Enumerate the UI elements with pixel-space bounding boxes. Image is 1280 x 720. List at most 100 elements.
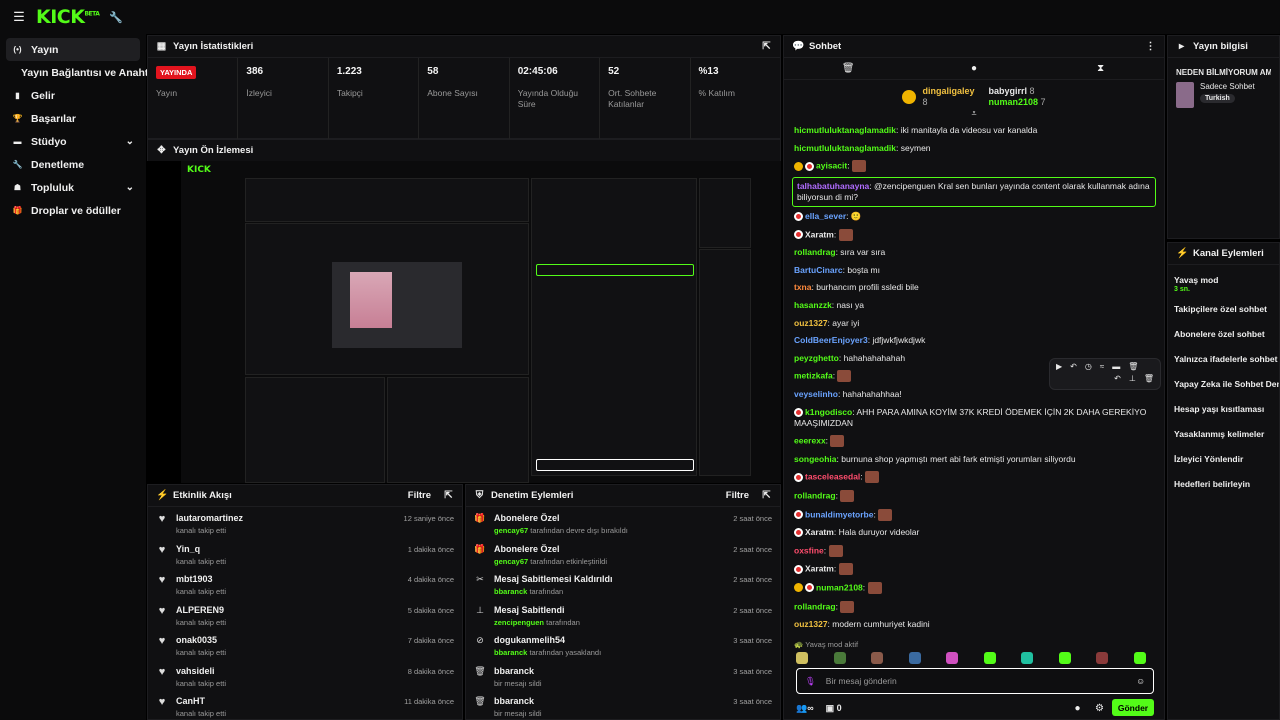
mod-action-row[interactable]: 🎁 Abonelere Özel gencay67 tarafından etkin…	[466, 538, 780, 569]
gifter[interactable]: babygirrl 8	[988, 86, 1045, 97]
sidebar-item[interactable]: (•) Yayın	[6, 38, 140, 61]
activity-user[interactable]: mbt1903	[176, 574, 226, 584]
category-thumbnail[interactable]	[1176, 82, 1194, 108]
mic-icon[interactable]: 🎙	[805, 676, 816, 687]
activity-user[interactable]: ALPEREN9	[176, 605, 226, 615]
chat-message[interactable]: ella_sever: 🙂	[784, 208, 1164, 226]
activity-row[interactable]: ♥ lautaromartinez kanalı takip etti 12 sani…	[148, 507, 462, 538]
popout-icon[interactable]: ⇱	[761, 41, 772, 52]
mod-user[interactable]: gencay67	[494, 526, 528, 535]
sidebar-item[interactable]: ▬ Stüdyo ⌄	[6, 130, 140, 153]
mod-user[interactable]: gencay67	[494, 557, 528, 566]
chat-username[interactable]: ouz1327	[794, 619, 828, 629]
pinned-expand-icon[interactable]: ⩡	[784, 108, 1164, 119]
activity-row[interactable]: ♥ CanHT kanalı takip etti 11 dakika önce	[148, 690, 462, 720]
menu-icon[interactable]: ☰	[12, 9, 26, 25]
chat-username[interactable]: BartuCinarc	[794, 265, 843, 275]
channel-action-item[interactable]: Yalnızca ifadelerle sohbet	[1168, 346, 1279, 371]
chat-message[interactable]: tasceleasedal:	[784, 468, 1164, 487]
chat-message[interactable]: bunaldimyetorbe:	[784, 505, 1164, 524]
mod-action-row[interactable]: ⊥ Mesaj Sabitlendi zencipenguen tarafından…	[466, 599, 780, 630]
channel-action-item[interactable]: Yavaş mod 3 sn.	[1168, 271, 1279, 296]
emoji-picker-icon[interactable]: ☺	[1136, 676, 1145, 686]
delete-icon[interactable]: 🗑	[1144, 374, 1154, 383]
chat-username[interactable]: songeohia	[794, 454, 837, 464]
chevron-down-icon[interactable]: ⌄	[126, 182, 134, 193]
chat-username[interactable]: k1ngodisco	[805, 407, 852, 417]
chat-username[interactable]: ColdBeerEnjoyer3	[794, 335, 868, 345]
viewer-icon[interactable]: ▣ 0	[826, 703, 842, 714]
emote-shortcut[interactable]	[1133, 652, 1146, 664]
timeout-icon[interactable]: ◷	[1085, 362, 1092, 371]
chat-username[interactable]: talhabatuhanayna	[797, 181, 869, 191]
hourglass-icon[interactable]: ⧗	[1095, 63, 1106, 74]
chat-username[interactable]: hasanzzk	[794, 300, 832, 310]
emote-shortcut[interactable]	[983, 652, 996, 664]
activity-user[interactable]: lautaromartinez	[176, 513, 243, 523]
chat-message[interactable]: Xaratm: Hala duruyor videolar	[784, 524, 1164, 542]
activity-row[interactable]: ♥ mbt1903 kanalı takip etti 4 dakika önce	[148, 568, 462, 599]
chat-message[interactable]: ColdBeerEnjoyer3: jdfjwkfjwkdjwk	[784, 332, 1164, 350]
channel-action-item[interactable]: İzleyici Yönlendir	[1168, 446, 1279, 471]
popout-icon[interactable]: ⇱	[443, 490, 454, 501]
channel-action-item[interactable]: Yasaklanmış kelimeler	[1168, 421, 1279, 446]
mod-action-row[interactable]: 🗑 bbaranck bir mesajı sildi 3 saat önce	[466, 690, 780, 720]
channel-action-item[interactable]: Takipçilere özel sohbet	[1168, 296, 1279, 321]
activity-row[interactable]: ♥ Yin_q kanalı takip etti 1 dakika önce	[148, 538, 462, 569]
chat-username[interactable]: hicmutluluktanaglamadik	[794, 143, 896, 153]
chat-username[interactable]: rollandrag	[794, 601, 836, 611]
chat-bubble-icon[interactable]: ●	[968, 63, 979, 74]
chat-emoji-icon[interactable]: ●	[1072, 703, 1083, 714]
chat-input[interactable]: 🎙 Bir mesaj gönderin ☺	[796, 668, 1154, 694]
mod-action-row[interactable]: 🎁 Abonelere Özel gencay67 tarafından devre…	[466, 507, 780, 538]
chat-username[interactable]: metizkafa	[794, 371, 833, 381]
mod-action-row[interactable]: ✂ Mesaj Sabitlemesi Kaldırıldı bbaranck ta…	[466, 568, 780, 599]
chat-message[interactable]: hasanzzk: nası ya	[784, 297, 1164, 315]
activity-filter-button[interactable]: Filtre	[408, 490, 431, 501]
chat-message[interactable]: songeohia: burnuna shop yapmıştı mert ab…	[784, 451, 1164, 469]
chat-message[interactable]: rollandrag:	[784, 487, 1164, 506]
emote-shortcut[interactable]	[1058, 652, 1071, 664]
emote-shortcut[interactable]	[946, 652, 959, 664]
chat-message[interactable]: txna: burhancım profili ssledi bile	[784, 279, 1164, 297]
chat-username[interactable]: rollandrag	[794, 490, 836, 500]
more-options-icon[interactable]: ⋮	[1145, 41, 1156, 52]
mod-filter-button[interactable]: Filtre	[726, 490, 749, 501]
mod-user[interactable]: zencipenguen	[494, 618, 544, 627]
chat-username[interactable]: numan2108	[816, 582, 863, 592]
chat-message[interactable]: rollandrag: sıra var sıra	[784, 244, 1164, 262]
undo-icon[interactable]: ↶	[1070, 362, 1077, 371]
chat-username[interactable]: rollandrag	[794, 247, 836, 257]
stream-preview-video[interactable]: KICK	[147, 161, 781, 483]
trash-icon[interactable]: 🗑	[842, 63, 855, 74]
sidebar-item[interactable]: Yayın Bağlantısı ve Anahtarı	[6, 61, 161, 84]
sidebar-item[interactable]: 🔧 Denetleme	[6, 153, 140, 176]
chat-message[interactable]: oxsfine:	[784, 541, 1164, 560]
chat-username[interactable]: txna	[794, 282, 811, 292]
wrench-icon[interactable]: 🔧	[109, 11, 123, 24]
channel-action-item[interactable]: Abonelere özel sohbet	[1168, 321, 1279, 346]
chat-message[interactable]: eeerexx:	[784, 432, 1164, 451]
kick-logo[interactable]: KICKBETA	[36, 6, 100, 28]
chat-message[interactable]: ayisacit:	[784, 157, 1164, 176]
chat-username[interactable]: ouz1327	[794, 318, 828, 328]
undo-icon[interactable]: ↶	[1114, 374, 1121, 383]
chat-username[interactable]: Xaratm	[805, 564, 834, 574]
chat-message[interactable]: Xaratm:	[784, 225, 1164, 244]
emote-shortcut[interactable]	[833, 652, 846, 664]
activity-row[interactable]: ♥ vahsideli kanalı takip etti 8 dakika önce	[148, 660, 462, 691]
chat-message[interactable]: k1ngodisco: AHH PARA AMINA KOYİM 37K KRE…	[784, 403, 1164, 432]
channel-action-item[interactable]: Yapay Zeka ile Sohbet Denetimi	[1168, 371, 1279, 396]
channel-action-item[interactable]: Hesap yaşı kısıtlaması	[1168, 396, 1279, 421]
activity-user[interactable]: vahsideli	[176, 666, 226, 676]
sidebar-item[interactable]: ☗ Topluluk ⌄	[6, 176, 140, 199]
chat-username[interactable]: veyselinho	[794, 389, 838, 399]
popout-icon[interactable]: ⇱	[761, 490, 772, 501]
activity-row[interactable]: ♥ onak0035 kanalı takip etti 7 dakika önce	[148, 629, 462, 660]
chat-message[interactable]: rollandrag:	[784, 597, 1164, 616]
emote-shortcut[interactable]	[1096, 652, 1109, 664]
slow-icon[interactable]: ≈	[1100, 362, 1104, 371]
chat-message[interactable]: hicmutluluktanaglamadik: iki manitayla d…	[784, 122, 1164, 140]
mod-action-row[interactable]: 🗑 bbaranck bir mesajı sildi 3 saat önce	[466, 660, 780, 691]
activity-user[interactable]: CanHT	[176, 696, 226, 706]
